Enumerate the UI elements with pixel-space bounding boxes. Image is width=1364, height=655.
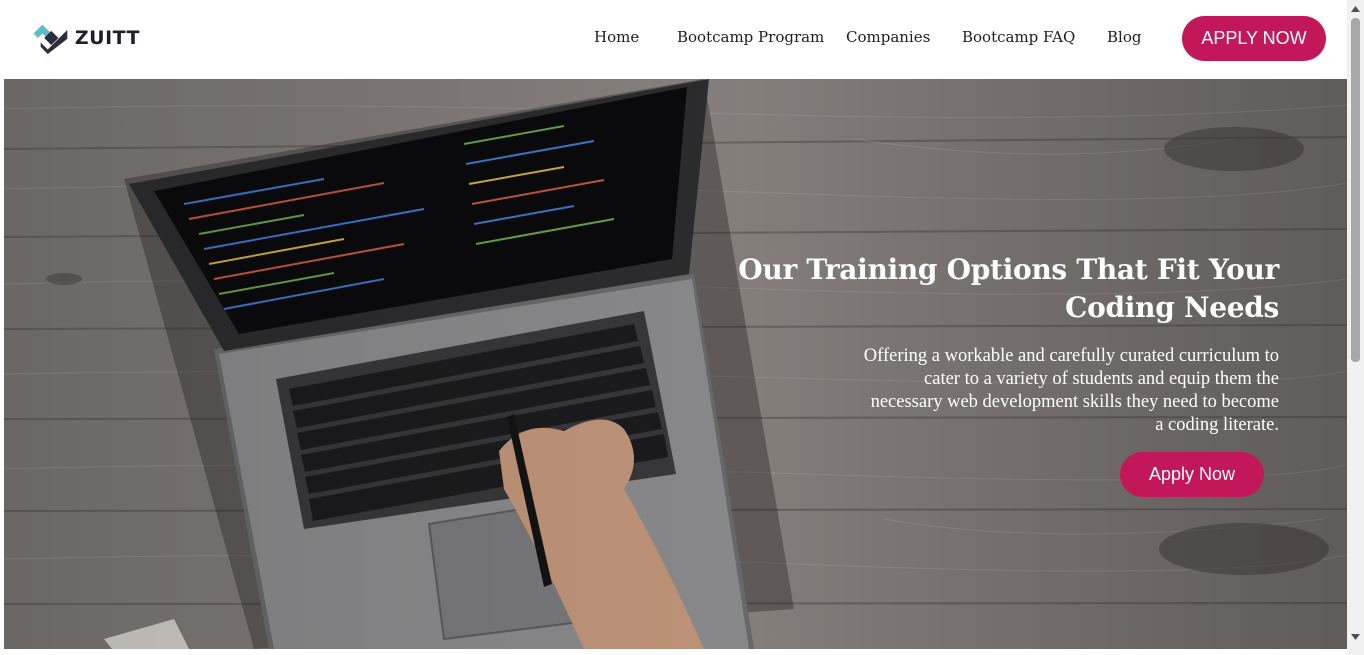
nav-item-bootcamp-faq[interactable]: Bootcamp FAQ [962, 28, 1075, 46]
page: ZUITT Home Bootcamp Program Companies Bo… [4, 0, 1347, 655]
main-nav: Home Bootcamp Program Companies Bootcamp… [4, 28, 1347, 50]
nav-item-bootcamp-program[interactable]: Bootcamp Program [677, 28, 824, 46]
nav-item-home[interactable]: Home [594, 28, 639, 46]
hero-title: Our Training Options That Fit Your Codin… [738, 253, 1279, 324]
chevron-up-icon[interactable] [1347, 0, 1364, 17]
hero-description: Offering a workable and carefully curate… [863, 346, 1279, 435]
chevron-down-icon[interactable] [1347, 628, 1364, 645]
navbar: ZUITT Home Bootcamp Program Companies Bo… [4, 0, 1347, 79]
apply-now-hero-button[interactable]: Apply Now [1120, 452, 1264, 497]
scrollbar-thumb[interactable] [1351, 18, 1360, 362]
nav-item-companies[interactable]: Companies [846, 28, 930, 46]
apply-now-nav-button[interactable]: APPLY NOW [1182, 16, 1326, 61]
vertical-scrollbar[interactable] [1347, 0, 1364, 655]
hero-section: Our Training Options That Fit Your Codin… [4, 79, 1347, 649]
nav-item-blog[interactable]: Blog [1107, 28, 1141, 46]
